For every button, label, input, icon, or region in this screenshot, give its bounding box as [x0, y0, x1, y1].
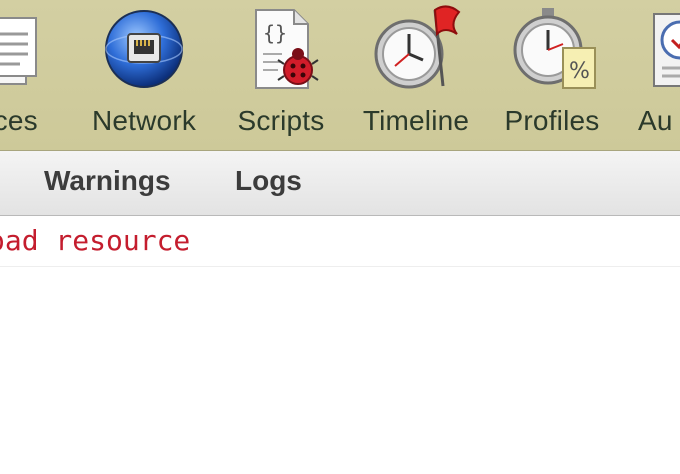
toolbar-button-profiles[interactable]: % Profiles: [496, 0, 608, 150]
toolbar-label-timeline: Timeline: [362, 105, 470, 136]
svg-text:{}: {}: [263, 21, 287, 45]
toolbar-label-network: Network: [91, 105, 197, 136]
console-error-message: oad resource: [0, 224, 191, 257]
scripts-icon: {}: [236, 4, 326, 94]
console-error-line: oad resource: [0, 216, 680, 267]
timeline-icon: [371, 4, 461, 94]
toolbar-button-timeline[interactable]: Timeline: [356, 0, 476, 150]
toolbar-label-audits: Au: [638, 105, 673, 136]
toolbar-label-profiles: Profiles: [504, 105, 600, 136]
toolbar-button-scripts[interactable]: {} Scripts: [226, 0, 336, 150]
toolbar-button-audits[interactable]: Au: [624, 0, 680, 150]
toolbar-button-network[interactable]: Network: [84, 0, 204, 150]
svg-text:%: %: [569, 59, 590, 84]
network-icon: [99, 4, 189, 94]
panel-toolbar: rces Networ: [0, 0, 680, 151]
toolbar-label-scripts: Scripts: [237, 105, 325, 136]
audits-icon: [634, 4, 680, 94]
filter-logs-button[interactable]: Logs: [235, 165, 302, 197]
resources-icon: [0, 4, 56, 94]
console-filter-bar: Warnings Logs: [0, 151, 680, 216]
filter-warnings-button[interactable]: Warnings: [44, 165, 171, 197]
console-output: oad resource: [0, 216, 680, 474]
toolbar-button-resources[interactable]: rces: [0, 0, 66, 150]
toolbar-label-resources: rces: [0, 105, 38, 136]
profiles-icon: %: [507, 4, 597, 94]
